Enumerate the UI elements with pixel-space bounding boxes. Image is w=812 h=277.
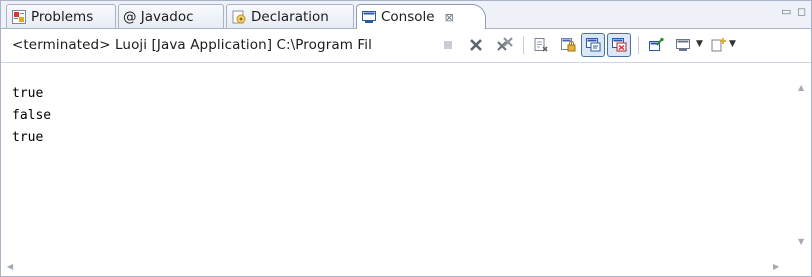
tab-console[interactable]: Console ⊠ [356,4,486,29]
chevron-down-icon[interactable]: ▼ [696,39,703,49]
scroll-lock-icon[interactable] [558,35,578,55]
maximize-icon[interactable]: ◻ [797,5,806,18]
scroll-down-icon[interactable]: ▼ [798,237,804,246]
tab-strip: Problems @ Javadoc Declaration Console ⊠… [1,1,811,29]
remove-all-terminated-icon[interactable] [495,35,515,55]
scroll-up-icon[interactable]: ▲ [798,83,804,92]
remove-launch-icon[interactable] [466,35,486,55]
minimize-icon[interactable]: ▭ [781,5,791,18]
console-icon [361,9,377,25]
horizontal-scrollbar[interactable]: ◀ ▶ [2,259,792,275]
vertical-scrollbar[interactable]: ▲ ▼ [794,63,810,263]
tab-problems-label: Problems [31,8,94,25]
toolbar-separator [523,36,524,54]
scroll-right-icon[interactable]: ▶ [773,262,779,271]
show-console-stderr-icon[interactable] [607,33,631,57]
console-line: false [12,108,52,123]
close-icon[interactable]: ⊠ [445,11,454,24]
console-output: true false true [12,83,51,149]
tab-declaration[interactable]: Declaration [226,4,354,28]
clear-console-icon[interactable] [531,35,551,55]
display-selected-console-icon[interactable] [673,35,693,55]
console-line: true [12,86,44,101]
process-status: <terminated> Luoji [Java Application] C:… [12,37,372,53]
show-console-stdout-icon[interactable] [581,33,605,57]
chevron-down-icon[interactable]: ▼ [729,39,736,49]
terminate-icon[interactable] [438,35,458,55]
scroll-left-icon[interactable]: ◀ [7,262,13,271]
console-view: Problems @ Javadoc Declaration Console ⊠… [0,0,812,277]
declaration-icon [231,9,247,25]
problems-icon [11,9,27,25]
pin-console-icon[interactable] [646,35,666,55]
open-console-icon[interactable] [708,35,728,55]
tab-console-label: Console [381,9,435,25]
console-line: true [12,130,44,145]
toolbar-separator [638,36,639,54]
tab-javadoc[interactable]: @ Javadoc [118,4,224,28]
tab-declaration-label: Declaration [251,8,329,25]
tab-javadoc-label: @ Javadoc [123,8,194,25]
console-toolbar: <terminated> Luoji [Java Application] C:… [1,29,811,63]
tab-problems[interactable]: Problems [6,4,116,28]
